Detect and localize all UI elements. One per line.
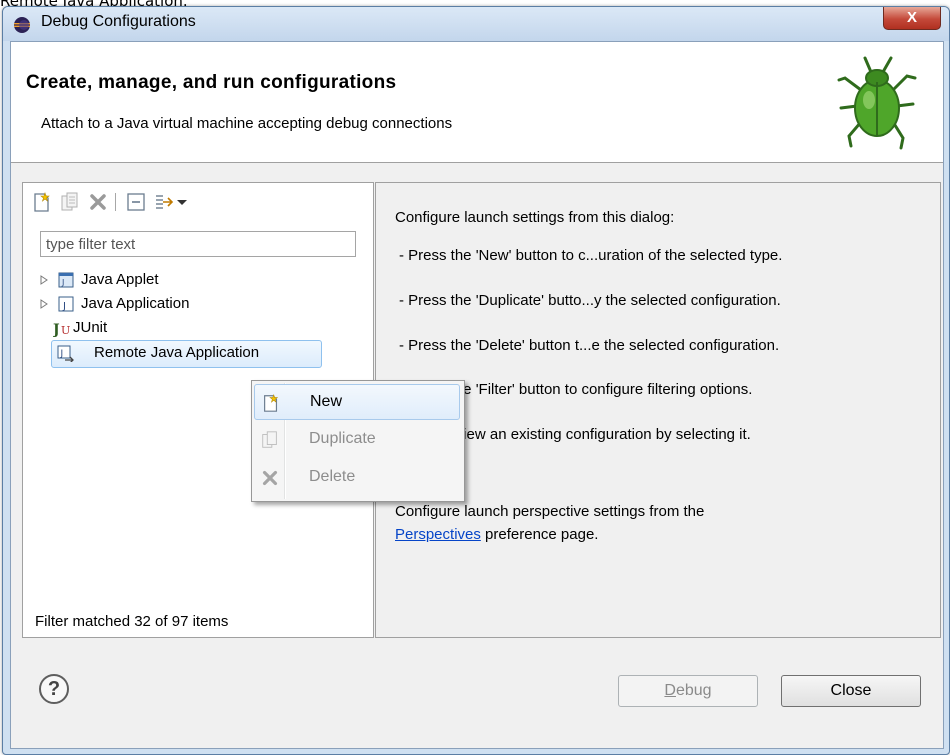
info-intro: Configure launch settings from this dial… <box>395 209 675 226</box>
svg-text:J: J <box>61 278 64 287</box>
close-button[interactable]: Close <box>781 675 921 707</box>
debug-label-rest: ebug <box>675 682 712 699</box>
collapse-all-icon[interactable] <box>125 191 147 213</box>
tree-context-menu: New Duplicate Delete <box>251 380 465 502</box>
window-title: Debug Configurations <box>41 13 196 30</box>
eclipse-icon <box>14 17 30 33</box>
title-bar[interactable]: Debug Configurations X <box>3 7 949 41</box>
info-line-duplicate: - Press the 'Duplicate' butto...y the se… <box>399 292 781 309</box>
delete-icon[interactable] <box>87 191 109 213</box>
junit-icon: J U <box>53 322 70 337</box>
new-configuration-icon <box>264 393 279 412</box>
java-applet-icon: J <box>58 272 74 288</box>
info-line-new: - Press the 'New' button to c...uration … <box>399 247 783 264</box>
header-title: Create, manage, and run configurations <box>26 72 397 93</box>
filter-text-input[interactable] <box>40 231 356 257</box>
dialog-client-area: Create, manage, and run configurations A… <box>10 41 944 749</box>
debug-button[interactable]: Debug <box>618 675 758 707</box>
tree-item-junit[interactable]: J U JUnit <box>53 317 353 341</box>
svg-text:J: J <box>53 322 60 337</box>
window-close-button[interactable]: X <box>883 7 941 30</box>
svg-text:U: U <box>61 324 70 337</box>
delete-icon <box>262 470 278 486</box>
remote-java-icon: J <box>57 345 74 362</box>
header-subtitle: Attach to a Java virtual machine accepti… <box>41 115 453 132</box>
menu-item-label: Duplicate <box>309 430 376 447</box>
view-menu-dropdown-icon[interactable] <box>175 191 189 213</box>
perspectives-link[interactable]: Perspectives <box>395 526 481 543</box>
menu-item-duplicate[interactable]: Duplicate <box>254 422 460 458</box>
tree-item-label: Remote Java Application <box>94 344 260 361</box>
expand-arrow-icon[interactable] <box>39 299 49 309</box>
toolbar-separator <box>115 193 116 211</box>
tree-item-java-applet[interactable]: J Java Applet <box>39 269 339 293</box>
filter-configurations-icon[interactable] <box>153 191 175 213</box>
java-application-icon: J <box>58 296 74 312</box>
filter-status-text: Filter matched 32 of 97 items <box>35 613 229 630</box>
duplicate-icon <box>262 431 277 448</box>
expand-arrow-icon[interactable] <box>39 275 49 285</box>
menu-item-label: Delete <box>309 468 356 485</box>
dialog-header: Create, manage, and run configurations A… <box>11 42 943 163</box>
svg-text:J: J <box>62 301 66 312</box>
info-perspective-line: Configure launch perspective settings fr… <box>395 503 705 520</box>
tree-item-label: Java Applet <box>81 271 159 288</box>
debug-bug-icon <box>837 56 917 150</box>
new-configuration-icon[interactable] <box>31 191 53 213</box>
menu-item-label: New <box>310 393 343 410</box>
menu-item-delete[interactable]: Delete <box>254 460 460 496</box>
tree-item-remote-java-application[interactable]: J Remote Java Application <box>51 340 322 368</box>
info-line-delete: - Press the 'Delete' button t...e the se… <box>399 337 780 354</box>
help-button[interactable]: ? <box>39 674 69 704</box>
menu-item-new[interactable]: New <box>254 384 460 420</box>
duplicate-icon[interactable] <box>59 191 81 213</box>
svg-text:J: J <box>60 349 64 359</box>
tree-item-label: Java Application <box>81 295 190 312</box>
perspectives-link-suffix: preference page. <box>480 526 599 543</box>
tree-item-label: JUnit <box>73 319 108 336</box>
debug-mnemonic: D <box>664 682 676 699</box>
info-perspective-link-line: Perspectives preference page. <box>395 526 598 543</box>
debug-configurations-dialog: Debug Configurations X Create, manage, a… <box>2 6 950 755</box>
tree-item-java-application[interactable]: J Java Application <box>39 293 339 317</box>
